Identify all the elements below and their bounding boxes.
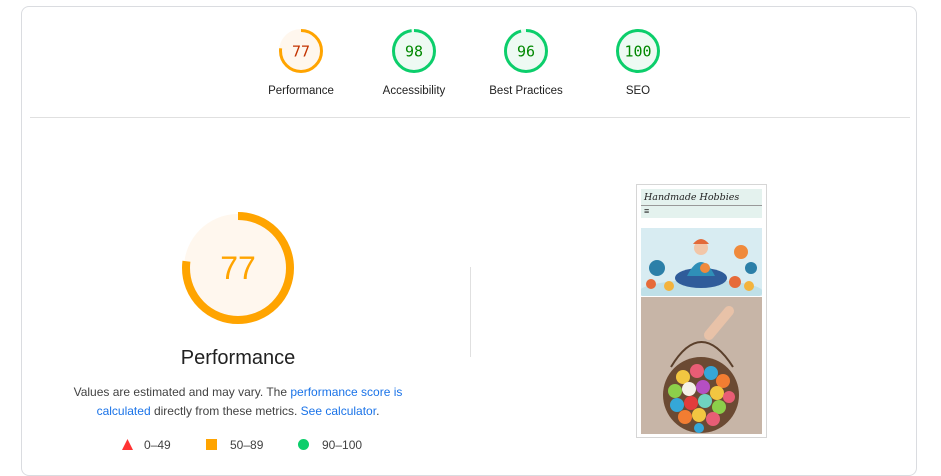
pompom-bag-photo: [641, 297, 762, 434]
large-gauge-score: 77: [220, 250, 256, 286]
gauge-label: Best Practices: [489, 85, 563, 97]
performance-description: Values are estimated and may vary. The p…: [48, 383, 428, 421]
page-screenshot[interactable]: Handmade Hobbies ≡: [636, 184, 767, 438]
see-calculator-link[interactable]: See calculator: [301, 404, 376, 418]
triangle-icon: [122, 439, 133, 450]
gauge-ring: 96: [504, 29, 548, 73]
knitter-illustration: [641, 228, 762, 296]
gauge-performance[interactable]: 77 Performance: [241, 27, 361, 97]
performance-title: Performance: [180, 347, 296, 369]
desc-text: Values are estimated and may vary. The: [73, 385, 291, 399]
gauge-seo[interactable]: 100 SEO: [578, 27, 698, 97]
performance-gauge-large: 77: [182, 212, 294, 324]
gauge-accessibility[interactable]: 98 Accessibility: [354, 27, 474, 97]
gauge-best-practices[interactable]: 96 Best Practices: [466, 27, 586, 97]
square-icon: [206, 439, 217, 450]
vertical-divider: [470, 267, 471, 357]
gauge-ring: 77: [279, 29, 323, 73]
gauge-label: Accessibility: [382, 85, 446, 97]
gauge-score: 77: [292, 43, 310, 61]
circle-icon: [298, 439, 309, 450]
hamburger-icon: ≡: [644, 206, 650, 216]
desc-text: directly from these metrics.: [150, 404, 301, 418]
legend-range: 50–89: [230, 438, 264, 452]
legend-range: 90–100: [322, 438, 363, 452]
legend-range: 0–49: [144, 438, 171, 452]
hero-illustration: [641, 228, 762, 296]
site-title: Handmade Hobbies: [644, 192, 740, 203]
gauge-score: 96: [517, 43, 535, 61]
desc-text: .: [376, 404, 380, 418]
gauge-label: Performance: [268, 85, 334, 97]
legend-fail: 0–49: [122, 438, 171, 452]
gauge-label: SEO: [625, 85, 651, 97]
gauge-score: 100: [624, 43, 651, 61]
gauge-score: 98: [405, 43, 423, 61]
gauge-ring: 98: [392, 29, 436, 73]
legend-pass: 90–100: [298, 438, 362, 452]
header-rule: [641, 205, 762, 206]
legend-average: 50–89: [206, 438, 263, 452]
pompom-bag-image: [641, 297, 762, 434]
section-divider: [30, 117, 910, 118]
site-header: Handmade Hobbies ≡: [641, 189, 762, 218]
gauge-ring: 100: [616, 29, 660, 73]
